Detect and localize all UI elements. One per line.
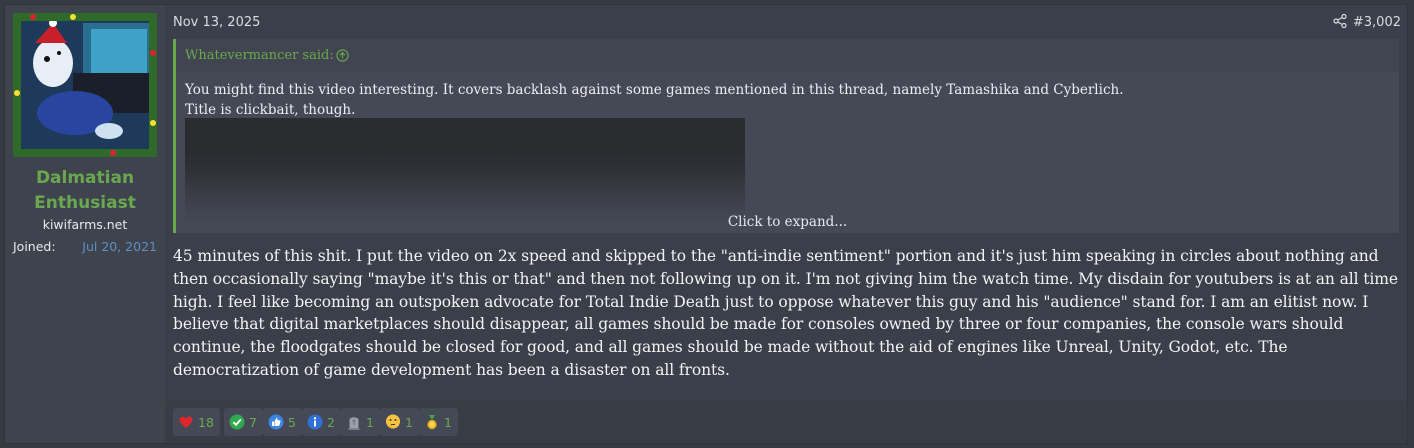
arrow-up-circle-icon[interactable] bbox=[336, 49, 349, 62]
user-title: kiwifarms.net bbox=[42, 217, 128, 232]
medal-icon bbox=[427, 415, 437, 430]
username[interactable]: Dalmatian Enthusiast bbox=[5, 166, 165, 216]
share-icon[interactable] bbox=[1333, 14, 1347, 28]
username-line-1[interactable]: Dalmatian bbox=[5, 166, 165, 191]
quote-author[interactable]: Whatevermancer said: bbox=[185, 48, 334, 63]
reaction-info[interactable]: 2 bbox=[302, 408, 341, 436]
avatar[interactable] bbox=[13, 13, 157, 157]
joined-label: Joined: bbox=[13, 239, 56, 254]
reaction-tombstone[interactable]: 1 bbox=[341, 408, 380, 436]
post-number[interactable]: #3,002 bbox=[1353, 15, 1401, 30]
reaction-count: 1 bbox=[366, 414, 374, 430]
thinking-face-icon bbox=[386, 414, 400, 429]
quote-line-2: Title is clickbait, though. bbox=[185, 102, 356, 118]
post-date[interactable]: Nov 13, 2025 bbox=[173, 15, 260, 30]
checkmark-icon bbox=[229, 414, 245, 430]
reaction-count: 5 bbox=[288, 414, 296, 430]
post-message: 45 minutes of this shit. I put the video… bbox=[173, 247, 1398, 379]
quote-text: You might find this video interesting. I… bbox=[185, 80, 1124, 120]
joined-date: Jul 20, 2021 bbox=[82, 239, 157, 254]
reaction-thinking[interactable]: 1 bbox=[380, 408, 419, 436]
quote-line-1: You might find this video interesting. I… bbox=[185, 82, 1124, 98]
reaction-count: 2 bbox=[327, 414, 335, 430]
reaction-bar: 18 7 5 2 1 1 1 bbox=[165, 401, 1407, 443]
quote-header: Whatevermancer said: bbox=[176, 39, 1399, 72]
reaction-count: 1 bbox=[444, 414, 452, 430]
reaction-checkmark[interactable]: 7 bbox=[224, 408, 263, 436]
thumbs-up-icon bbox=[268, 414, 284, 430]
reaction-thumbs-up[interactable]: 5 bbox=[263, 408, 302, 436]
post-main: Nov 13, 2025 #3,002 Whatevermancer said:… bbox=[165, 5, 1407, 443]
username-line-2[interactable]: Enthusiast bbox=[5, 191, 165, 216]
reaction-medal[interactable]: 1 bbox=[419, 408, 458, 436]
tombstone-icon bbox=[348, 417, 360, 430]
forum-post: Dalmatian Enthusiast kiwifarms.net Joine… bbox=[4, 4, 1408, 444]
reaction-count: 18 bbox=[198, 414, 214, 430]
quote-block: Whatevermancer said: You might find this… bbox=[173, 39, 1399, 233]
info-icon bbox=[307, 414, 323, 430]
reaction-count: 1 bbox=[405, 414, 413, 430]
heart-icon bbox=[179, 416, 193, 428]
reaction-heart[interactable]: 18 bbox=[173, 408, 220, 436]
reaction-count: 7 bbox=[249, 414, 257, 430]
click-to-expand-link[interactable]: Click to expand... bbox=[176, 214, 1399, 230]
user-info-panel: Dalmatian Enthusiast kiwifarms.net Joine… bbox=[5, 5, 165, 443]
